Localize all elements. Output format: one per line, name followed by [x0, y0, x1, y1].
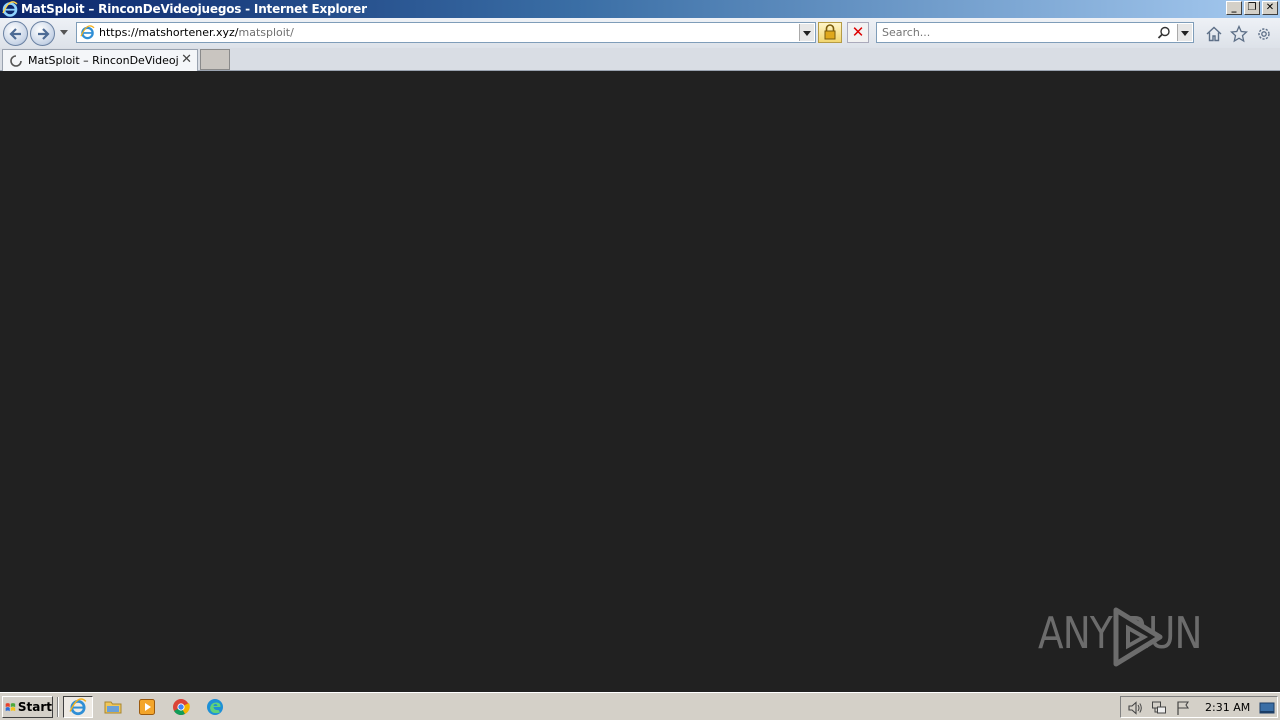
anyrun-watermark: ANY RUN	[1038, 607, 1231, 667]
stop-loading-button[interactable]: ✕	[847, 22, 869, 43]
settings-gear-icon[interactable]	[1255, 25, 1273, 43]
url-host: https://matshortener.xyz/	[99, 26, 239, 39]
taskbar-media-player[interactable]	[132, 696, 162, 718]
taskbar-chrome[interactable]	[166, 696, 196, 718]
taskbar-file-explorer[interactable]	[98, 696, 128, 718]
windows-logo-icon	[5, 702, 16, 711]
forward-button[interactable]	[30, 21, 55, 46]
window-title-bar: MatSploit – RinconDeVideojuegos - Intern…	[0, 0, 1280, 18]
taskbar-separator	[57, 697, 59, 717]
volume-icon[interactable]	[1127, 700, 1143, 716]
search-icon[interactable]	[1157, 26, 1171, 40]
tab-close-icon[interactable]: ✕	[181, 52, 192, 67]
system-clock[interactable]: 2:31 AM	[1205, 701, 1250, 714]
start-button[interactable]: Start	[2, 696, 53, 718]
taskbar-edge[interactable]	[200, 696, 230, 718]
security-lock-button[interactable]	[818, 22, 842, 43]
loading-spinner-icon	[10, 55, 22, 67]
play-logo-icon	[1113, 607, 1163, 667]
tab-matsploit[interactable]: MatSploit – RinconDeVideoju... ✕	[2, 49, 198, 71]
forward-arrow-icon	[38, 28, 50, 40]
media-player-icon	[139, 699, 155, 715]
action-center-flag-icon[interactable]	[1175, 700, 1191, 716]
lock-icon	[824, 24, 836, 40]
window-title: MatSploit – RinconDeVideojuegos - Intern…	[21, 2, 367, 16]
taskbar: Start 2:31 AM	[0, 692, 1280, 720]
search-provider-dropdown[interactable]	[1177, 24, 1192, 41]
system-tray: 2:31 AM	[1120, 696, 1278, 718]
network-icon[interactable]	[1151, 700, 1167, 716]
minimize-button[interactable]: _	[1226, 1, 1242, 15]
favorites-star-icon[interactable]	[1230, 25, 1248, 43]
url-path: matsploit/	[238, 26, 294, 39]
show-desktop-icon[interactable]	[1259, 700, 1275, 716]
internet-explorer-icon	[69, 698, 87, 716]
home-icon[interactable]	[1205, 25, 1223, 43]
folder-icon	[104, 701, 122, 714]
internet-explorer-icon	[2, 1, 18, 17]
stop-x-icon: ✕	[851, 23, 865, 41]
url-text: https://matshortener.xyz/matsploit/	[99, 26, 294, 39]
tab-title: MatSploit – RinconDeVideoju...	[28, 54, 178, 67]
recent-pages-dropdown[interactable]	[60, 30, 68, 35]
edge-icon	[207, 699, 223, 715]
address-bar[interactable]: https://matshortener.xyz/matsploit/	[76, 22, 816, 43]
search-input[interactable]	[880, 25, 1150, 40]
search-box[interactable]	[876, 22, 1194, 43]
taskbar-internet-explorer[interactable]	[63, 696, 93, 718]
tab-bar: MatSploit – RinconDeVideoju... ✕	[0, 48, 1280, 71]
back-arrow-icon	[9, 28, 21, 40]
navigation-bar: https://matshortener.xyz/matsploit/ ✕	[0, 18, 1280, 48]
chrome-icon	[173, 699, 190, 715]
address-dropdown-button[interactable]	[799, 24, 814, 41]
restore-button[interactable]: ❐	[1244, 1, 1260, 15]
page-ie-icon	[80, 25, 95, 40]
start-label: Start	[17, 700, 52, 714]
back-button[interactable]	[3, 21, 28, 46]
page-content	[0, 71, 1280, 692]
new-tab-button[interactable]	[200, 49, 230, 70]
close-window-button[interactable]: ✕	[1262, 1, 1278, 15]
